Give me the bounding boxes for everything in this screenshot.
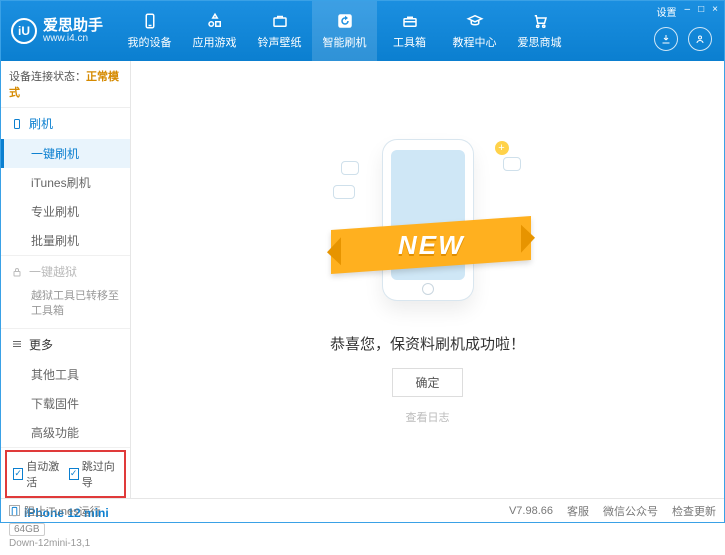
top-nav: 我的设备 应用游戏 铃声壁纸 智能刷机 工具箱 教程中心 爱思商城 (117, 1, 572, 61)
lock-icon (11, 266, 23, 278)
refresh-icon (336, 12, 354, 30)
nav-smart-flash[interactable]: 智能刷机 (312, 1, 377, 61)
briefcase-icon (271, 12, 289, 30)
nav-my-device[interactable]: 我的设备 (117, 1, 182, 61)
close-button[interactable]: × (712, 4, 718, 19)
settings-icon[interactable]: 设置 (657, 4, 677, 19)
block-itunes-label: 阻止iTunes运行 (24, 503, 101, 519)
footer-service[interactable]: 客服 (567, 503, 589, 519)
nav-toolbox[interactable]: 工具箱 (377, 1, 442, 61)
sidebar-item-oneclick-flash[interactable]: 一键刷机 (1, 139, 130, 168)
sidebar-section-more[interactable]: 更多 (1, 329, 130, 360)
phone-icon (141, 12, 159, 30)
footer-update[interactable]: 检查更新 (672, 503, 716, 519)
menu-icon (11, 338, 23, 350)
view-log-link[interactable]: 查看日志 (406, 409, 450, 425)
app-name: 爱思助手 (43, 18, 103, 33)
checkbox-auto-activate[interactable]: ✓自动激活 (13, 458, 63, 490)
version-label: V7.98.66 (509, 505, 553, 517)
nav-tutorials[interactable]: 教程中心 (442, 1, 507, 61)
download-button[interactable] (654, 27, 678, 51)
device-model: Down-12mini-13,1 (9, 538, 122, 549)
sidebar-item-download-firmware[interactable]: 下载固件 (1, 389, 130, 418)
maximize-button[interactable]: □ (698, 4, 704, 19)
toolbox-icon (401, 12, 419, 30)
app-url: www.i4.cn (43, 33, 103, 45)
sidebar-item-other-tools[interactable]: 其他工具 (1, 360, 130, 389)
app-logo: iU 爱思助手 www.i4.cn (1, 18, 117, 45)
app-header: iU 爱思助手 www.i4.cn 我的设备 应用游戏 铃声壁纸 智能刷机 工具… (1, 1, 724, 61)
phone-icon (11, 118, 23, 130)
device-storage: 64GB (9, 523, 45, 536)
ok-button[interactable]: 确定 (392, 368, 462, 397)
window-controls: 设置 – □ × (657, 4, 718, 19)
main-content: + NEW 恭喜您，保资料刷机成功啦！ 确定 查看日志 (131, 61, 724, 498)
success-illustration: + NEW (313, 135, 543, 305)
checkbox-block-itunes[interactable] (9, 505, 20, 516)
sidebar-item-itunes-flash[interactable]: iTunes刷机 (1, 168, 130, 197)
sidebar-item-pro-flash[interactable]: 专业刷机 (1, 197, 130, 226)
footer-wechat[interactable]: 微信公众号 (603, 503, 658, 519)
logo-icon: iU (11, 18, 37, 44)
sidebar-item-advanced[interactable]: 高级功能 (1, 418, 130, 447)
minimize-button[interactable]: – (685, 4, 691, 19)
success-message: 恭喜您，保资料刷机成功啦！ (330, 333, 525, 354)
nav-store[interactable]: 爱思商城 (507, 1, 572, 61)
user-button[interactable] (688, 27, 712, 51)
header-right-buttons (654, 27, 712, 51)
sidebar: 设备连接状态：正常模式 刷机 一键刷机 iTunes刷机 专业刷机 批量刷机 一… (1, 61, 131, 498)
sidebar-item-batch-flash[interactable]: 批量刷机 (1, 226, 130, 255)
checkbox-skip-guide[interactable]: ✓跳过向导 (69, 458, 119, 490)
cart-icon (531, 12, 549, 30)
new-ribbon: NEW (331, 216, 531, 274)
sidebar-section-jailbreak: 一键越狱 (1, 256, 130, 287)
graduation-icon (466, 12, 484, 30)
nav-apps-games[interactable]: 应用游戏 (182, 1, 247, 61)
connection-status: 设备连接状态：正常模式 (1, 61, 130, 108)
nav-ringtone-wallpaper[interactable]: 铃声壁纸 (247, 1, 312, 61)
checkbox-row: ✓自动激活 ✓跳过向导 (5, 450, 126, 498)
jailbreak-note: 越狱工具已转移至工具箱 (1, 287, 130, 328)
apps-icon (206, 12, 224, 30)
sidebar-section-flash[interactable]: 刷机 (1, 108, 130, 139)
plus-icon: + (495, 141, 509, 155)
